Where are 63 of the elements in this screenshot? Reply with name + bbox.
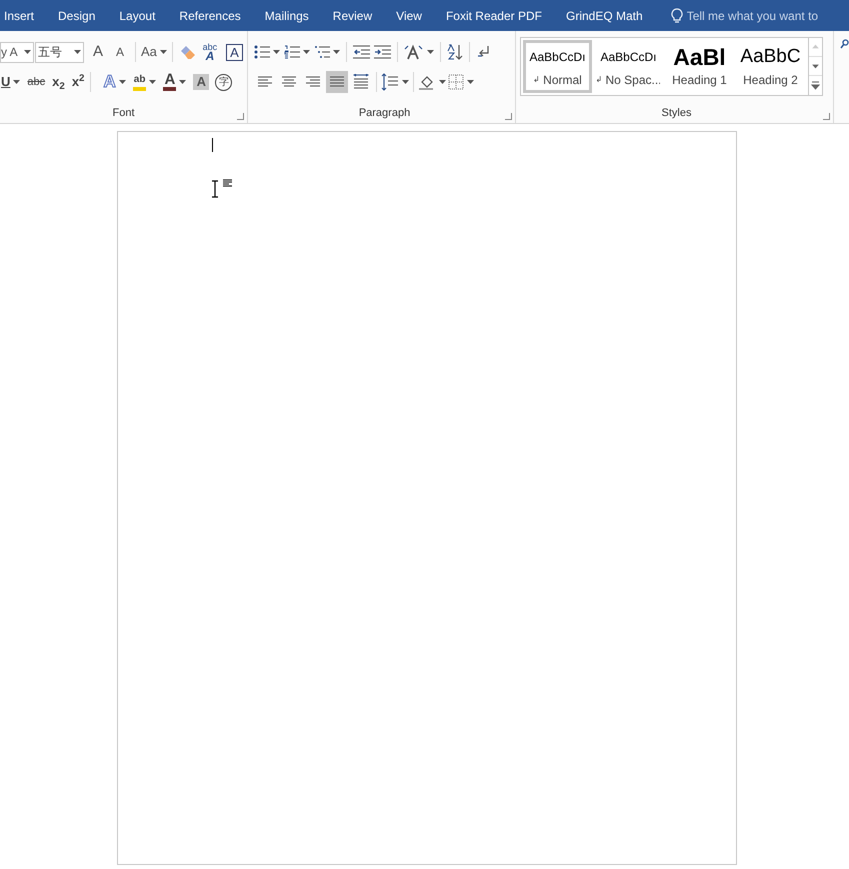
dropdown-arrow-icon[interactable] [273, 50, 280, 54]
script-button[interactable]: x$^{2}$ [72, 72, 84, 92]
bullets-icon[interactable] [254, 44, 270, 60]
alignment-button[interactable] [326, 71, 348, 93]
character-border-button[interactable]: A [226, 44, 243, 60]
dropdown-arrow-icon[interactable] [160, 50, 167, 54]
highlight-color-button[interactable]: ab [132, 73, 146, 91]
font-size-field[interactable]: 五号 [35, 42, 84, 62]
ribbon-tab[interactable]: References [179, 6, 241, 24]
dropdown-arrow-icon[interactable] [179, 80, 186, 84]
shrink-font-button[interactable]: A [110, 43, 130, 61]
ribbon-tab[interactable]: View [396, 6, 422, 24]
dialog-launcher-icon[interactable] [505, 113, 512, 120]
dropdown-arrow-icon[interactable] [149, 80, 156, 84]
ribbon-tab[interactable]: Review [332, 6, 372, 24]
dropdown-arrow-icon[interactable] [24, 50, 31, 54]
dropdown-arrow-icon[interactable] [118, 80, 126, 84]
dropdown-arrow-icon[interactable] [402, 80, 409, 84]
dropdown-arrow-icon[interactable] [333, 50, 340, 54]
text-effects-button[interactable]: A [103, 69, 116, 95]
style-option[interactable]: AaBbC Heading 2 [736, 40, 805, 93]
dropdown-arrow-icon[interactable] [467, 80, 474, 84]
ribbon-tab[interactable]: Insert [4, 6, 34, 24]
group-label: Paragraph [358, 106, 410, 120]
lightbulb-icon [670, 8, 683, 24]
phonetic-guide-button[interactable]: abc A [200, 43, 220, 61]
script-button[interactable]: x$_{2}$ [52, 72, 65, 92]
dropdown-arrow-icon[interactable] [303, 50, 310, 54]
borders-icon[interactable] [448, 74, 464, 90]
distributed-icon [353, 74, 369, 90]
ribbon-tab[interactable]: Layout [119, 6, 156, 24]
change-case-button[interactable]: Aa [141, 42, 157, 62]
enclose-characters-button[interactable]: 字 [215, 74, 232, 90]
grow-font-button[interactable]: A [88, 40, 108, 64]
group-label: Styles [662, 106, 692, 120]
tell-me-field[interactable]: Tell me what you want to [686, 6, 818, 24]
dialog-launcher-icon[interactable] [237, 113, 244, 120]
style-option[interactable]: AaBbCcDı ↲ Normal [523, 40, 592, 93]
multilevel-list-icon[interactable] [314, 44, 330, 60]
text-direction-icon[interactable] [404, 44, 424, 60]
font-name-field[interactable]: y A [0, 42, 34, 62]
dropdown-arrow-icon[interactable] [439, 80, 446, 84]
character-shading-button[interactable]: A [193, 74, 210, 90]
decrease-indent-icon[interactable] [353, 44, 370, 60]
line-spacing-icon[interactable] [381, 73, 399, 91]
style-option[interactable]: AaBbCcDı ↲ No Spac... [594, 40, 663, 93]
ribbon-tab[interactable]: Foxit Reader PDF [446, 6, 542, 24]
numbering-icon[interactable] [284, 44, 300, 60]
strikethrough-button[interactable]: abc [27, 74, 46, 90]
dropdown-arrow-icon[interactable] [74, 50, 81, 54]
ribbon-tab[interactable]: GrindEQ Math [566, 6, 643, 24]
dialog-launcher-icon[interactable] [823, 113, 830, 120]
ribbon-tab[interactable]: Mailings [264, 6, 309, 24]
sort-icon[interactable] [447, 43, 463, 61]
dropdown-arrow-icon[interactable] [427, 50, 434, 54]
dropdown-arrow-icon[interactable] [13, 80, 20, 84]
underline-button[interactable]: U [1, 72, 10, 92]
style-option[interactable]: AaBl Heading 1 [665, 40, 734, 93]
group-label: Font [112, 106, 134, 120]
increase-indent-icon[interactable] [374, 44, 391, 60]
font-color-button[interactable]: A [163, 73, 176, 91]
search-icon[interactable] [840, 39, 849, 49]
ribbon-tab[interactable]: Design [58, 6, 96, 24]
